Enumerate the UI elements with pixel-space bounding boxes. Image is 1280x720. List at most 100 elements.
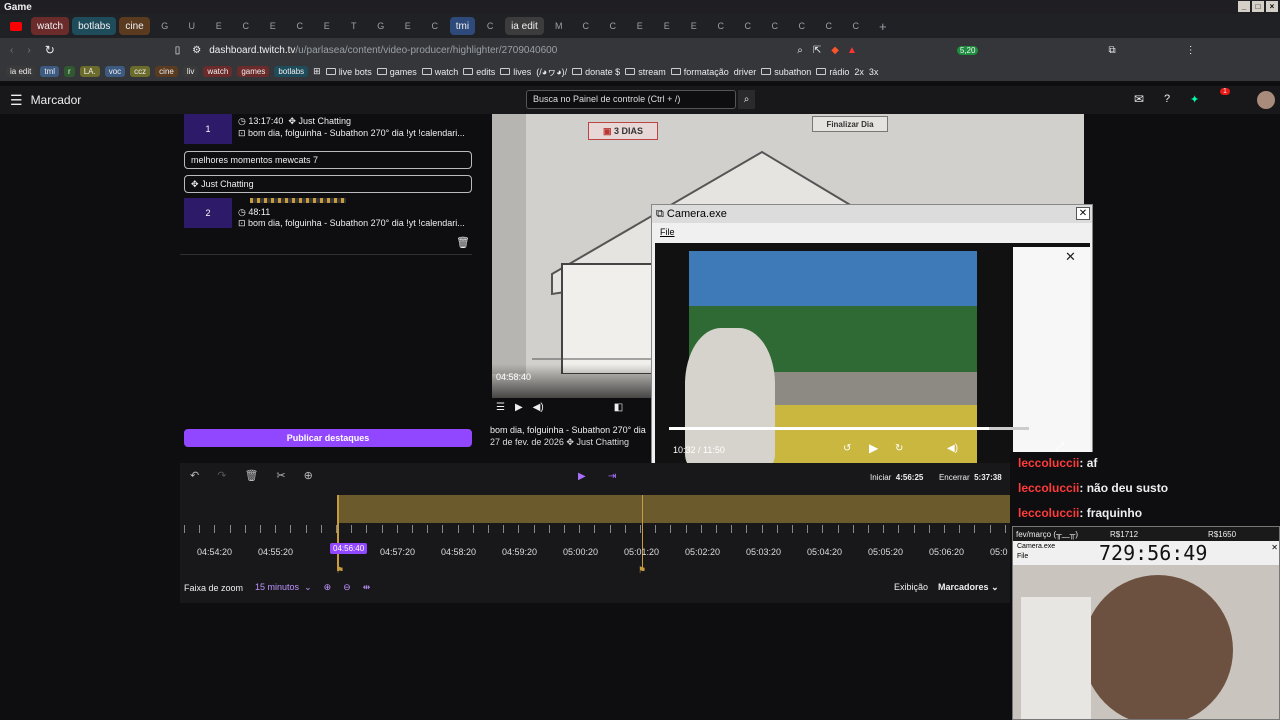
bookmark-watch[interactable]: watch [421, 67, 458, 77]
tab-favicon[interactable]: C [478, 17, 502, 35]
zoom-icon[interactable]: ⌕ [797, 45, 803, 56]
bookmark-radio[interactable]: rádio [816, 67, 849, 77]
undo-icon[interactable]: ↶ [190, 469, 199, 482]
tab-botlabs[interactable]: botlabs [72, 17, 117, 35]
notifications-icon[interactable]: ✉ [1134, 92, 1144, 106]
tab-favicon[interactable]: C [709, 17, 733, 35]
tab-favicon[interactable]: G [369, 17, 393, 35]
skip-to-end-icon[interactable]: ⇥ [608, 471, 616, 482]
bookmark-games[interactable]: games [376, 67, 417, 77]
camera-close-icon[interactable]: ✕ [1076, 207, 1090, 220]
bookmark-icon[interactable]: ▯ [175, 45, 181, 56]
bookmark-tag[interactable]: games [237, 66, 270, 77]
bookmark-tag[interactable]: watch [203, 66, 233, 77]
hamburger-menu-icon[interactable]: ☰ [10, 92, 23, 109]
tab-favicon[interactable]: E [261, 17, 285, 35]
tab-favicon[interactable]: M [547, 17, 571, 35]
maximize-icon[interactable]: □ [1252, 1, 1264, 12]
bookmark-live-bots[interactable]: live bots [325, 67, 372, 77]
play-icon[interactable]: ▶ [578, 471, 586, 482]
bookmark-tag[interactable]: botlabs [274, 66, 309, 77]
rewards-icon[interactable]: ▲ [847, 45, 857, 56]
tab-favicon[interactable]: C [574, 17, 598, 35]
extension-badge[interactable]: 5,20 [956, 45, 979, 55]
tab-youtube[interactable] [4, 17, 28, 35]
tab-ia-edit[interactable]: ia edit [505, 17, 544, 35]
bookmark-tag[interactable]: liv [182, 66, 199, 77]
delete-icon[interactable]: 🗑 [244, 469, 258, 482]
close-icon[interactable]: × [1266, 1, 1278, 12]
settings-icon[interactable]: ◧ [614, 402, 623, 413]
rewind-icon[interactable]: ↺ [843, 443, 851, 454]
tab-favicon[interactable]: G [153, 17, 177, 35]
play-icon[interactable]: ▶ [515, 402, 523, 413]
bookmark-tag[interactable]: cine [155, 66, 178, 77]
highlight-row[interactable]: 2 ◷ 48:11 ⊡ bom dia, folguinha - Subatho… [180, 198, 472, 228]
tab-favicon[interactable]: C [234, 17, 258, 35]
redo-icon[interactable]: ↷ [217, 469, 226, 482]
tab-favicon[interactable]: E [396, 17, 420, 35]
highlight-title-input[interactable]: melhores momentos mewcats 7 [184, 151, 472, 169]
chapters-icon[interactable]: ☰ [496, 402, 505, 413]
brave-shield-icon[interactable]: ◆ [831, 45, 839, 56]
bookmark-2x[interactable]: 2x [854, 67, 864, 77]
playhead-time[interactable]: 04:56:40 [330, 543, 368, 554]
reload-icon[interactable]: ↻ [45, 43, 55, 57]
bookmark-subathon[interactable]: subathon [761, 67, 811, 77]
bookmark-kaomoji[interactable]: (/◕ヮ◕)/ [536, 65, 567, 78]
new-tab-icon[interactable]: + [871, 17, 895, 35]
bookmark-tag[interactable]: tml [40, 66, 60, 77]
close-icon[interactable]: ✕ [1271, 543, 1278, 552]
bookmark-3x[interactable]: 3x [869, 67, 879, 77]
tab-cine[interactable]: cine [119, 17, 150, 35]
tab-favicon[interactable]: E [655, 17, 679, 35]
bookmark-tag[interactable]: voc [104, 66, 126, 77]
bookmark-tag[interactable]: ccz [130, 66, 151, 77]
share-icon[interactable]: ⇱ [813, 45, 821, 56]
marker-icon[interactable]: ⚑ [336, 565, 344, 576]
url-field[interactable]: dashboard.twitch.tv/u/parlasea/content/v… [209, 45, 557, 56]
forward-icon[interactable]: › [27, 45, 30, 56]
zoom-in-icon[interactable]: ⊕ [324, 582, 332, 593]
add-clip-icon[interactable]: ⊕ [304, 469, 313, 482]
bookmark-formatacao[interactable]: formatação [670, 67, 729, 77]
view-select[interactable]: Marcadores ⌄ [938, 582, 999, 593]
tab-favicon[interactable]: E [315, 17, 339, 35]
minimize-icon[interactable]: _ [1238, 1, 1250, 12]
delete-highlight-icon[interactable]: 🗑 [456, 236, 470, 249]
menu-icon[interactable]: ⋮ [1186, 45, 1196, 56]
tab-tmi[interactable]: tmi [449, 17, 476, 35]
tab-favicon[interactable]: E [682, 17, 706, 35]
volume-icon[interactable]: ◀) [947, 443, 958, 454]
tab-favicon[interactable]: E [207, 17, 231, 35]
video-progress-bar[interactable] [669, 427, 1029, 430]
tab-favicon[interactable]: C [423, 17, 447, 35]
tab-favicon[interactable]: C [790, 17, 814, 35]
extensions-icon[interactable]: ⧉ [1108, 45, 1115, 56]
back-icon[interactable]: ‹ [10, 45, 13, 56]
bookmark-donate[interactable]: donate $ [572, 67, 620, 77]
tab-favicon[interactable]: C [288, 17, 312, 35]
apps-grid-icon[interactable]: ⊞ [313, 66, 321, 77]
tab-favicon[interactable]: U [180, 17, 204, 35]
bookmark-tag[interactable]: r [64, 66, 75, 77]
highlight-row[interactable]: 1 ◷ 13:17:40 ✥ Just Chatting ⊡ bom dia, … [180, 114, 472, 144]
forward-icon[interactable]: ↻ [895, 443, 903, 454]
tab-watch[interactable]: watch [31, 17, 70, 35]
bits-icon[interactable]: ✦ [1190, 93, 1199, 106]
timeline-clip-bar[interactable] [337, 495, 1010, 523]
split-icon[interactable]: ✂ [276, 469, 285, 482]
bookmark-driver[interactable]: driver [734, 67, 757, 77]
tab-favicon[interactable]: T [342, 17, 366, 35]
tab-favicon[interactable]: C [817, 17, 841, 35]
search-icon[interactable]: ⌕ [738, 90, 755, 109]
avatar[interactable] [1257, 91, 1275, 109]
bookmark-tag[interactable]: ia edit [6, 66, 36, 77]
tab-favicon[interactable]: E [628, 17, 652, 35]
dashboard-search-input[interactable]: Busca no Painel de controle (Ctrl + /) [526, 90, 736, 109]
publish-highlights-button[interactable]: Publicar destaques [184, 429, 472, 447]
volume-icon[interactable]: ◀) [533, 402, 544, 413]
category-input[interactable]: ✥ Just Chatting [184, 175, 472, 193]
tab-favicon[interactable]: C [601, 17, 625, 35]
tab-favicon[interactable]: C [844, 17, 868, 35]
